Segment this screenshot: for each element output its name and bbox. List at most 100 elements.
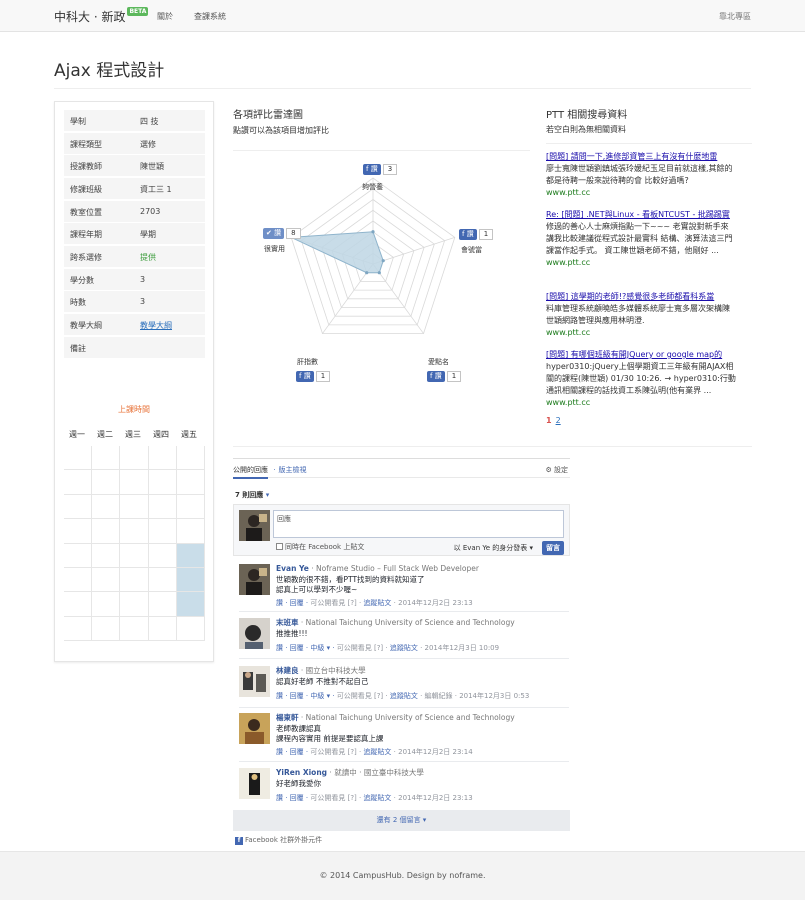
schedule-cell bbox=[64, 567, 93, 593]
ptt-result: Re: [問題] .NET與Linux - 看板NTCUST - 批踢踢實 修過… bbox=[546, 209, 736, 269]
like-button-fail[interactable]: f 讚1 bbox=[459, 229, 494, 241]
schedule-cell bbox=[64, 519, 93, 544]
commenter-name[interactable]: 林建良 bbox=[276, 666, 299, 675]
like-reply-links[interactable]: 讚 · 回覆 · bbox=[276, 794, 310, 802]
schedule-cell bbox=[148, 446, 177, 471]
comment-actions: 讚 · 回覆 · 可公開看見 [?] · 追蹤貼文 · 2014年12月2日 2… bbox=[276, 599, 473, 607]
post-comment-button[interactable]: 留言 bbox=[542, 541, 564, 555]
follow-post-link[interactable]: 追蹤貼文 bbox=[390, 644, 418, 652]
follow-post-link[interactable]: 追蹤貼文 bbox=[363, 748, 391, 756]
radar-points bbox=[289, 230, 385, 275]
like-icon[interactable]: f 讚 bbox=[427, 371, 445, 382]
comment-body: 世穎教的很不錯，看PTT找到的資料就知道了 認真上可以學到不少喔~ bbox=[276, 575, 425, 594]
page-1[interactable]: 1 bbox=[546, 416, 552, 425]
radar-spoke bbox=[291, 237, 374, 265]
schedule-cell bbox=[64, 494, 93, 520]
ptt-subtitle: 若空白則為無相關資料 bbox=[546, 125, 626, 134]
ptt-result-title[interactable]: Re: [問題] .NET與Linux - 看板NTCUST - 批踢踢實 bbox=[546, 209, 736, 221]
info-value: 3 bbox=[140, 297, 146, 306]
info-value: 選修 bbox=[140, 140, 156, 149]
liked-icon[interactable]: ✔ 讚 bbox=[263, 228, 285, 239]
ptt-title: PTT 相關搜尋資料 bbox=[546, 110, 628, 121]
follow-post-link[interactable]: 追蹤貼文 bbox=[363, 599, 391, 607]
schedule-cell bbox=[120, 470, 149, 495]
comment-item: Evan Ye · Noframe Studio – Full Stack We… bbox=[239, 564, 569, 608]
tab-public-comments[interactable]: 公開的回應 bbox=[233, 466, 268, 479]
avatar[interactable] bbox=[239, 713, 270, 744]
schedule-cell bbox=[92, 494, 121, 520]
follow-post-link[interactable]: 追蹤貼文 bbox=[363, 794, 391, 802]
ptt-result-url: www.ptt.cc bbox=[546, 188, 591, 197]
like-button-rollcall[interactable]: f 讚1 bbox=[427, 371, 462, 383]
ptt-result-title[interactable]: [問題] 請問一下,進修部資管三上有沒有什麼地雷 bbox=[546, 151, 736, 163]
radar-grid-ring bbox=[331, 220, 415, 300]
checkbox-icon[interactable] bbox=[276, 543, 283, 550]
schedule-cell bbox=[92, 446, 121, 471]
follow-post-link[interactable]: 追蹤貼文 bbox=[390, 692, 418, 700]
info-value: 2703 bbox=[140, 207, 161, 216]
schedule-cell bbox=[176, 592, 205, 617]
load-more-comments-button[interactable]: 還有 2 個留言 ▾ bbox=[233, 810, 570, 831]
like-button-practical[interactable]: ✔ 讚8 bbox=[263, 228, 301, 240]
radar-grid-ring bbox=[352, 242, 394, 282]
page-2[interactable]: 2 bbox=[556, 416, 561, 425]
info-value: 3 bbox=[140, 275, 146, 284]
brand-name[interactable]: 中科大 · 新政 bbox=[54, 10, 125, 24]
schedule-grid bbox=[64, 446, 205, 641]
ptt-result-title[interactable]: [問題] 這學期的老師!?感覺很多老師都看科系當 bbox=[546, 291, 736, 303]
commenter-name[interactable]: 末班車 bbox=[276, 618, 299, 627]
schedule-cell bbox=[64, 543, 93, 568]
comment-composer: 回應 同時在 Facebook 上貼文 以 Evan Ye 的身分發表 ▾ 留言 bbox=[233, 504, 570, 556]
ptt-pagination: 12 bbox=[546, 416, 561, 425]
like-icon[interactable]: f 讚 bbox=[459, 229, 477, 240]
avatar[interactable] bbox=[239, 666, 270, 697]
like-icon[interactable]: f 讚 bbox=[363, 164, 381, 175]
nav-course-search-link[interactable]: 查課系統 bbox=[194, 11, 226, 22]
post-as-selector[interactable]: 以 Evan Ye 的身分發表 ▾ bbox=[454, 543, 533, 553]
commenter-name[interactable]: Evan Ye bbox=[276, 564, 309, 573]
like-icon[interactable]: f 讚 bbox=[296, 371, 314, 382]
like-button-nutritious[interactable]: f 讚3 bbox=[363, 164, 398, 176]
schedule-cell bbox=[92, 543, 121, 568]
nav-complaints-link[interactable]: 靠北專區 bbox=[719, 11, 751, 22]
like-count: 8 bbox=[286, 228, 301, 239]
schedule-cell bbox=[148, 616, 177, 641]
like-reply-links[interactable]: 讚 · 回覆 · 中級 ▾ · bbox=[276, 644, 337, 652]
like-count: 3 bbox=[382, 164, 398, 175]
comment-actions: 讚 · 回覆 · 可公開看見 [?] · 追蹤貼文 · 2014年12月2日 2… bbox=[276, 794, 473, 802]
radar-point bbox=[381, 259, 385, 263]
schedule-cell bbox=[176, 446, 205, 471]
schedule-cell bbox=[64, 616, 93, 641]
facebook-plugin-credit[interactable]: f Facebook 社群外掛元件 bbox=[235, 835, 322, 845]
post-to-facebook-checkbox[interactable]: 同時在 Facebook 上貼文 bbox=[276, 542, 364, 552]
nav-about-link[interactable]: 關於 bbox=[157, 11, 173, 22]
radar-grid-ring bbox=[321, 209, 425, 308]
info-label: 備註 bbox=[70, 344, 86, 353]
ptt-result-snippet: 修過的善心人士麻煩指點一下~~~ 老實說對新手來講我比較建議從程式設計最實科 結… bbox=[546, 222, 733, 255]
ptt-result-title[interactable]: [問題] 有哪個班級有開JQuery or google map的 bbox=[546, 349, 736, 361]
schedule-cell bbox=[120, 592, 149, 617]
chevron-down-icon: ▾ bbox=[265, 491, 270, 499]
settings-button[interactable]: ⚙ 設定 bbox=[545, 465, 568, 475]
avatar[interactable] bbox=[239, 768, 270, 799]
commenter-name[interactable]: 楊東軒 bbox=[276, 713, 299, 722]
like-reply-links[interactable]: 讚 · 回覆 · bbox=[276, 599, 310, 607]
radar-spoke bbox=[322, 263, 374, 334]
comment-input[interactable]: 回應 bbox=[273, 510, 564, 538]
syllabus-link[interactable]: 教學大綱 bbox=[140, 320, 172, 331]
schedule-cell bbox=[176, 494, 205, 520]
avatar[interactable] bbox=[239, 618, 270, 649]
like-button-workload[interactable]: f 讚1 bbox=[296, 371, 331, 383]
info-row-system: 學制 四 技 bbox=[64, 110, 205, 131]
avatar[interactable] bbox=[239, 564, 270, 595]
like-reply-links[interactable]: 讚 · 回覆 · bbox=[276, 748, 310, 756]
comment-count[interactable]: 7 則回應 ▾ bbox=[235, 490, 269, 500]
comment-actions: 讚 · 回覆 · 中級 ▾ · 可公開看見 [?] · 追蹤貼文 · 2014年… bbox=[276, 644, 500, 652]
commenter-name[interactable]: YiRen Xiong bbox=[276, 768, 327, 777]
axis-label-rollcall: 愛點名 bbox=[428, 358, 449, 366]
info-row-notes: 備註 bbox=[64, 337, 205, 358]
brand[interactable]: 中科大 · 新政 BETA bbox=[54, 7, 149, 25]
ptt-result-url: www.ptt.cc bbox=[546, 328, 591, 337]
tab-moderator-view[interactable]: 版主檢視 bbox=[278, 466, 306, 474]
like-reply-links[interactable]: 讚 · 回覆 · 中級 ▾ · bbox=[276, 692, 337, 700]
